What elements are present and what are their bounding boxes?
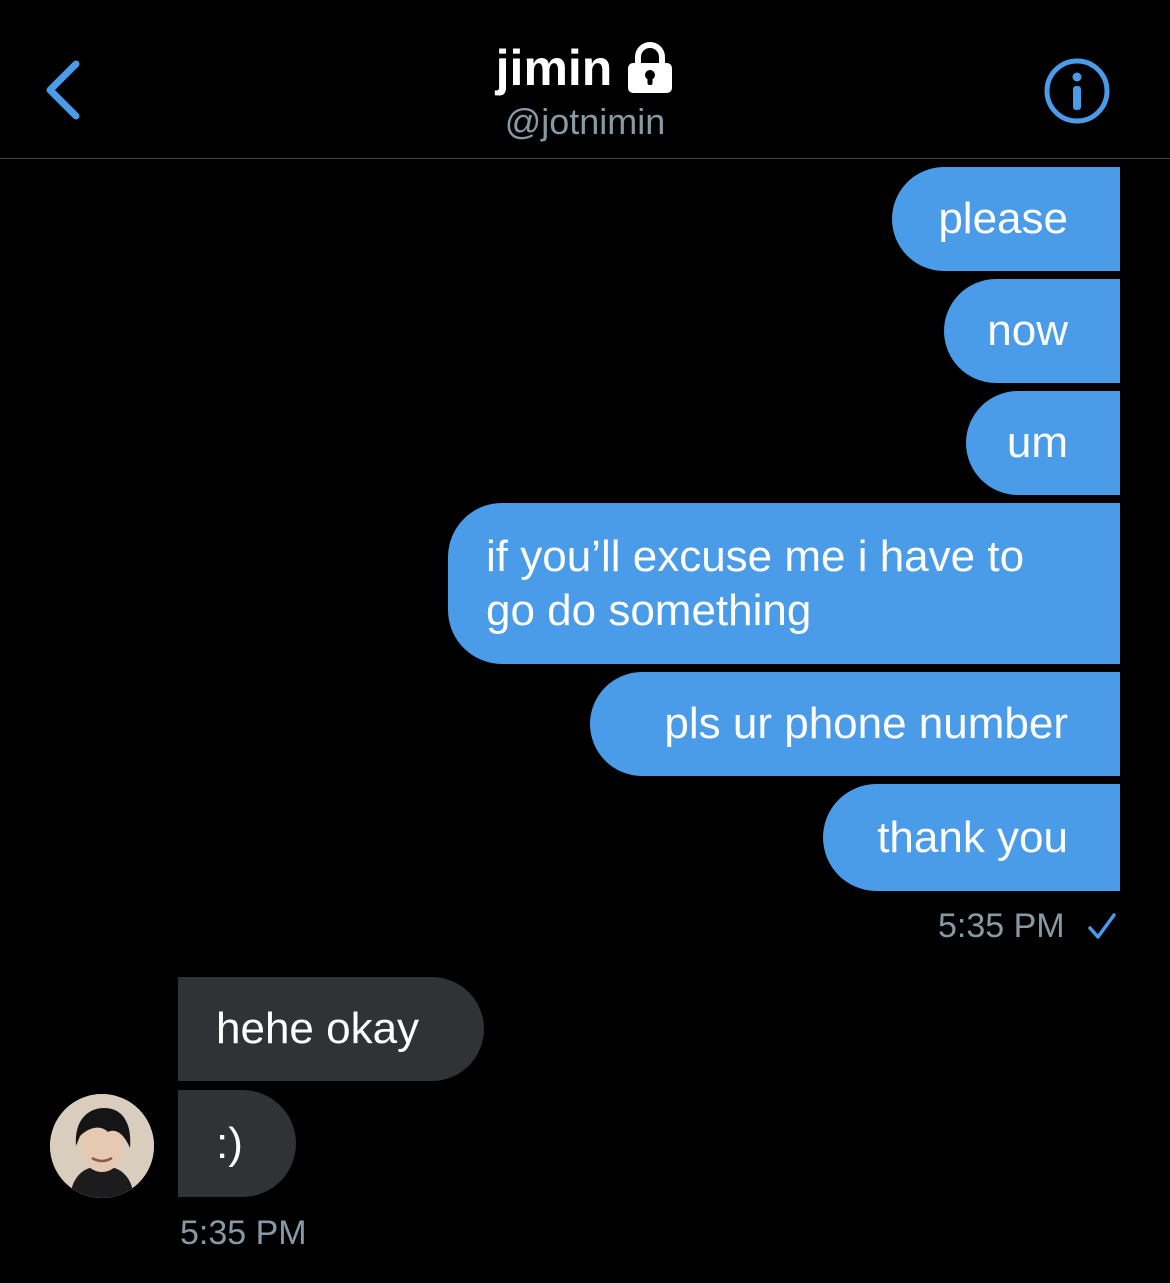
check-icon bbox=[1088, 913, 1116, 939]
received-timestamp: 5:35 PM bbox=[180, 1214, 307, 1252]
avatar-image bbox=[50, 1094, 154, 1198]
message-text: pls ur phone number bbox=[664, 699, 1068, 748]
message-text-line: go do something bbox=[486, 586, 812, 635]
outgoing-message[interactable]: um bbox=[966, 391, 1120, 495]
outgoing-message[interactable]: if you’ll excuse me i have to go do some… bbox=[448, 503, 1120, 664]
message-text: :) bbox=[216, 1119, 243, 1168]
message-text: um bbox=[1006, 418, 1068, 467]
contact-handle: @jotnimin bbox=[504, 101, 666, 142]
incoming-message[interactable]: :) bbox=[178, 1090, 296, 1197]
sent-timestamp: 5:35 PM bbox=[938, 907, 1065, 945]
conversation-title-block[interactable]: jimin @jotnimin bbox=[0, 36, 1170, 144]
outgoing-message[interactable]: now bbox=[944, 279, 1120, 383]
message-text: please bbox=[938, 194, 1068, 243]
message-text: thank you bbox=[877, 813, 1068, 862]
lock-icon bbox=[628, 42, 673, 93]
incoming-message[interactable]: hehe okay bbox=[178, 977, 484, 1081]
info-button[interactable] bbox=[1042, 56, 1112, 126]
conversation-header: jimin @jotnimin bbox=[0, 0, 1170, 159]
info-icon bbox=[1044, 58, 1110, 124]
outgoing-message[interactable]: pls ur phone number bbox=[590, 672, 1120, 776]
message-text-line: if you’ll excuse me i have to bbox=[486, 532, 1025, 581]
contact-name: jimin bbox=[495, 40, 613, 96]
message-text: hehe okay bbox=[216, 1004, 420, 1053]
outgoing-message[interactable]: thank you bbox=[823, 784, 1120, 891]
outgoing-message[interactable]: please bbox=[892, 167, 1120, 271]
avatar[interactable] bbox=[50, 1094, 154, 1198]
message-text: now bbox=[987, 306, 1068, 355]
